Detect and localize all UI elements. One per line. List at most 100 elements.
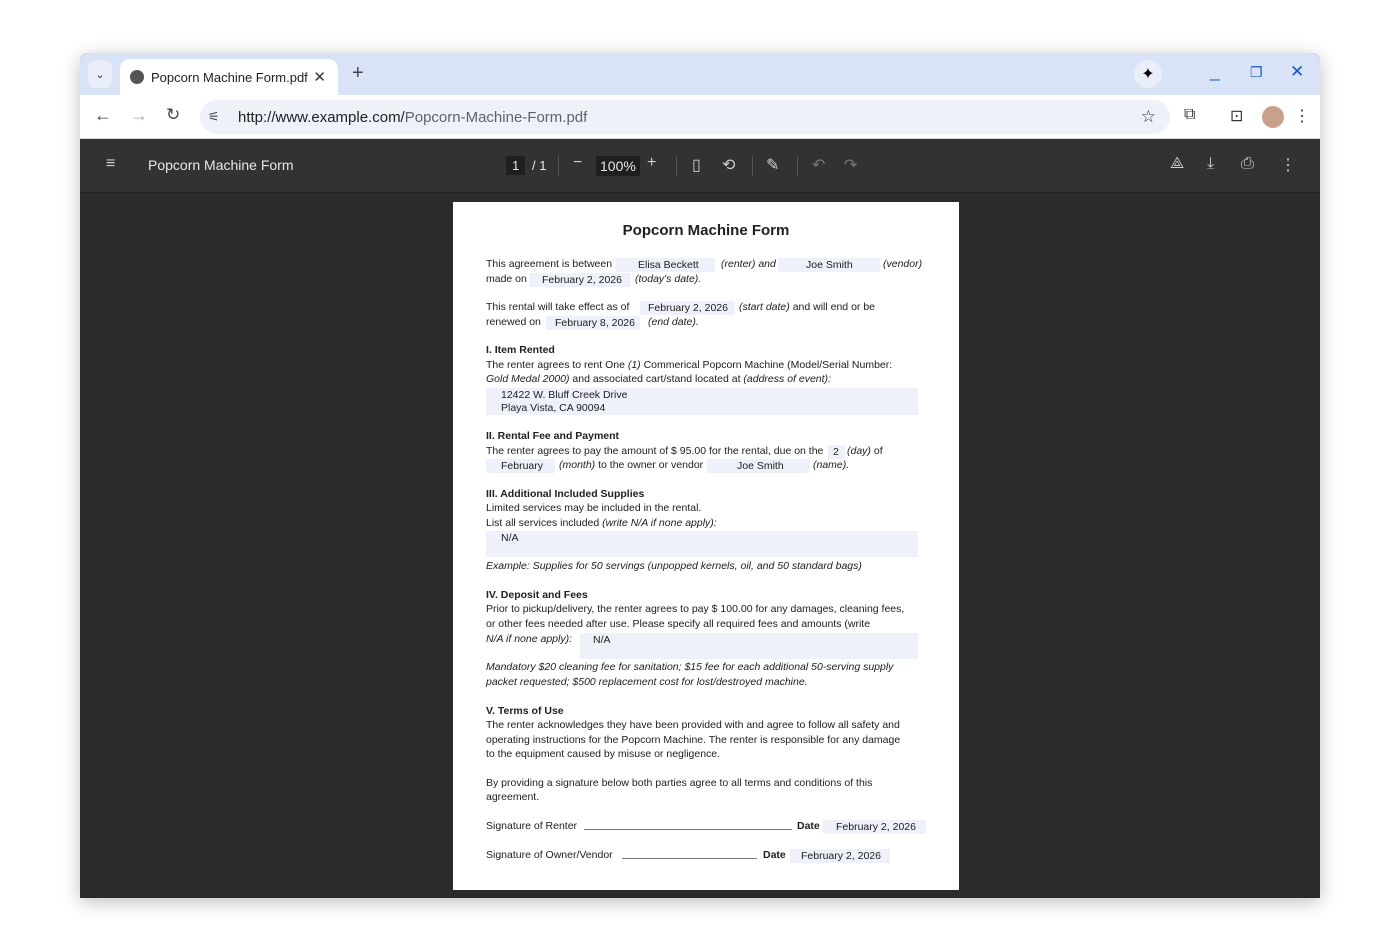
section-heading: IV. Deposit and Fees [486,589,588,601]
renter-name-field[interactable]: Elisa Beckett [616,258,715,272]
text: packet requested; $500 replacement cost … [486,676,808,688]
site-info-icon[interactable]: ⚟ [208,109,220,125]
print-icon[interactable]: ⎙ [1241,155,1254,173]
event-address-field[interactable]: 12422 W. Bluff Creek Drive Playa Vista, … [486,388,918,415]
due-month-field[interactable]: February [486,459,555,473]
text: to the owner or vendor [595,459,704,471]
todays-date-value: February 2, 2026 [542,274,622,286]
section-heading: III. Additional Included Supplies [486,488,645,500]
vendor-name-field[interactable]: Joe Smith [778,258,880,272]
text: (write N/A if none apply): [602,517,717,529]
text: Limited services may be included in the … [486,502,702,514]
zoom-level[interactable]: 100% [596,156,640,176]
more-options-icon[interactable]: ⋮ [1280,155,1296,175]
text: This agreement is between [486,258,613,270]
zoom-out-button[interactable]: − [573,154,582,172]
text: (address of event): [743,373,831,385]
minimize-button[interactable]: _ [1210,62,1219,82]
tab-search-button[interactable]: ⌄ [88,60,112,88]
text: to the equipment caused by misuse or neg… [486,748,721,760]
renter-date-value: February 2, 2026 [836,821,916,833]
globe-icon [130,70,144,84]
browser-menu-icon[interactable]: ⋮ [1294,106,1310,126]
document-title: Popcorn Machine Form [622,222,790,239]
date-label: Date [763,849,786,861]
start-date-value: February 2, 2026 [648,302,728,314]
restore-button[interactable]: ❐ [1250,64,1263,81]
rotate-icon[interactable]: ⟲ [722,155,735,175]
included-services-value: N/A [501,532,519,544]
text: This rental will take effect as of [486,301,630,313]
close-window-button[interactable]: ✕ [1290,62,1304,82]
text: (name). [813,459,850,471]
tab-popcorn-form[interactable]: Popcorn Machine Form.pdf ✕ [120,59,338,95]
save-to-drive-icon[interactable]: ⟁ [1170,155,1184,173]
profile-avatar[interactable] [1262,106,1284,128]
section-heading: I. Item Rented [486,344,555,356]
extensions-icon[interactable]: ⧉ [1184,106,1195,124]
todays-date-field[interactable]: February 2, 2026 [530,273,630,287]
text: The renter acknowledges they have been p… [486,719,900,731]
end-date-value: February 8, 2026 [555,317,635,329]
renter-signature-line[interactable] [584,829,792,830]
text: and will end or be [789,301,876,313]
due-day-value: 2 [833,446,839,458]
address-bar[interactable]: ⚟ http://www.example.com/Popcorn-Machine… [200,100,1170,134]
undo-icon[interactable]: ↶ [812,155,825,175]
gemini-icon[interactable]: ✦ [1134,60,1162,88]
start-date-field[interactable]: February 2, 2026 [640,301,735,315]
owner-date-field[interactable]: February 2, 2026 [790,849,890,863]
text: (today's date). [635,273,702,285]
due-day-field[interactable]: 2 [828,445,845,459]
text: (renter) and [721,257,776,271]
tab-title: Popcorn Machine Form.pdf [151,69,308,85]
text: made on [486,273,527,285]
text: (end date). [648,316,699,328]
divider [676,156,677,176]
menu-icon[interactable]: ≡ [106,155,115,173]
payee-name-field[interactable]: Joe Smith [707,459,810,473]
total-pages: / 1 [532,158,547,173]
download-icon[interactable]: ⤓ [1207,155,1214,173]
close-tab-icon[interactable]: ✕ [313,68,326,86]
reload-button[interactable]: ↻ [166,105,180,125]
text: The renter agrees to pay the amount of $… [486,445,824,457]
pdf-toolbar: ≡ Popcorn Machine Form 1 / 1 − 100% + ▯ … [80,139,1320,193]
fit-page-icon[interactable]: ▯ [692,155,701,175]
text: renewed on [486,316,541,328]
section-heading: II. Rental Fee and Payment [486,430,620,442]
pdf-title: Popcorn Machine Form [148,157,294,173]
zoom-in-button[interactable]: + [647,154,656,172]
page-number-input[interactable]: 1 [506,156,526,175]
included-services-field[interactable]: N/A [486,531,918,557]
url-path: Popcorn-Machine-Form.pdf [404,108,588,126]
lens-search-icon[interactable]: ⊡ [1230,106,1243,126]
fees-value: N/A [593,634,611,646]
back-button[interactable]: ← [94,105,112,126]
section-heading: V. Terms of Use [486,705,564,717]
renter-signature-label: Signature of Renter [486,820,578,832]
divider [797,156,798,176]
text: (vendor) [883,258,923,270]
renter-date-field[interactable]: February 2, 2026 [823,820,926,834]
owner-signature-label: Signature of Owner/Vendor [486,849,613,861]
redo-icon[interactable]: ↷ [844,155,857,175]
due-month-value: February [501,460,544,472]
browser-toolbar: ← → ↻ ⚟ http://www.example.com/Popcorn-M… [80,95,1320,139]
forward-button[interactable]: → [130,105,148,126]
text: operating instructions for the Popcorn M… [486,734,901,746]
address-line-1: 12422 W. Bluff Creek Drive [501,389,628,401]
annotate-pen-icon[interactable]: ✎ [766,155,779,175]
owner-date-value: February 2, 2026 [801,850,881,862]
bookmark-star-icon[interactable]: ☆ [1141,107,1156,127]
fees-field[interactable]: N/A [580,633,918,659]
end-date-field[interactable]: February 8, 2026 [546,316,640,330]
owner-signature-line[interactable] [622,858,757,859]
vendor-name-value: Joe Smith [806,259,853,271]
text: (month) [559,459,596,471]
text: List all services included [486,517,603,529]
text: The renter agrees to rent One [486,359,628,371]
new-tab-button[interactable]: + [352,62,364,85]
text: N/A if none apply): [486,633,572,645]
text: By providing a signature below both part… [486,777,873,789]
